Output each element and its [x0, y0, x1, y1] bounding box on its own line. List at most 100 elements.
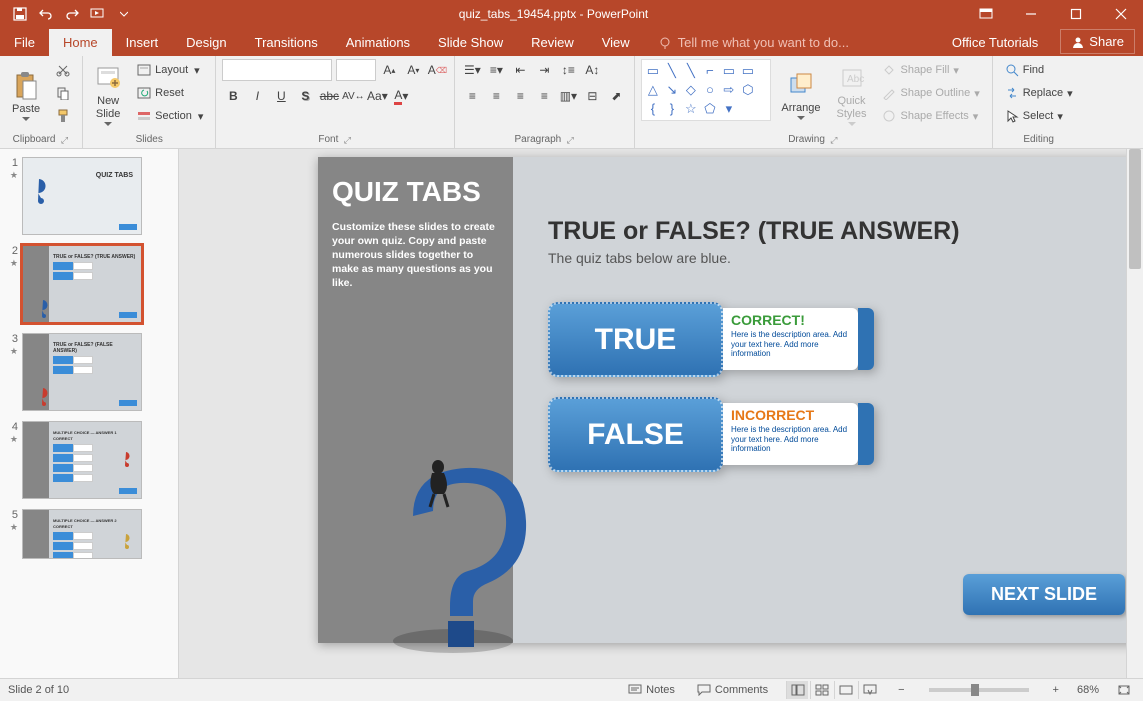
copy-button[interactable] — [50, 82, 76, 104]
increase-font-button[interactable]: A▴ — [378, 59, 400, 81]
reset-button[interactable]: Reset — [131, 82, 209, 104]
section-button[interactable]: Section▾ — [131, 105, 209, 127]
clear-formatting-button[interactable]: A⌫ — [426, 59, 448, 81]
tab-home[interactable]: Home — [49, 29, 112, 56]
maximize-button[interactable] — [1053, 0, 1098, 28]
italic-button[interactable]: I — [246, 85, 268, 107]
tab-view[interactable]: View — [588, 29, 644, 56]
thumbnail-5[interactable]: MULTIPLE CHOICE — ANSWER 2 CORRECT — [22, 509, 142, 559]
change-case-button[interactable]: Aa▾ — [366, 85, 388, 107]
shape-callout-icon[interactable]: ⬠ — [701, 100, 718, 117]
share-button[interactable]: Share — [1060, 29, 1135, 54]
numbering-button[interactable]: ≡▾ — [485, 59, 507, 81]
undo-button[interactable] — [34, 2, 58, 26]
next-slide-button[interactable]: NEXT SLIDE — [963, 574, 1125, 615]
justify-button[interactable]: ≡ — [533, 85, 555, 107]
tab-design[interactable]: Design — [172, 29, 240, 56]
shape-triangle-icon[interactable]: △ — [644, 81, 661, 98]
zoom-slider-thumb[interactable] — [971, 684, 979, 696]
minimize-button[interactable] — [1008, 0, 1053, 28]
arrange-button[interactable]: Arrange — [775, 59, 826, 132]
character-spacing-button[interactable]: AV↔ — [342, 85, 364, 107]
shape-circle-icon[interactable]: ○ — [701, 81, 718, 98]
zoom-level[interactable]: 68% — [1077, 684, 1099, 696]
new-slide-button[interactable]: New Slide — [89, 59, 127, 132]
strikethrough-button[interactable]: abc — [318, 85, 340, 107]
select-button[interactable]: Select▾ — [999, 105, 1079, 127]
redo-button[interactable] — [60, 2, 84, 26]
slide-canvas-area[interactable]: QUIZ TABS Customize these slides to crea… — [179, 149, 1143, 678]
qat-customize-button[interactable] — [112, 2, 136, 26]
increase-indent-button[interactable]: ⇥ — [533, 59, 555, 81]
answer-tab-false[interactable]: FALSE INCORRECT Here is the description … — [548, 397, 1125, 472]
shape-rect3-icon[interactable]: ▭ — [739, 62, 756, 79]
thumbnail-2[interactable]: TRUE or FALSE? (TRUE ANSWER) — [22, 245, 142, 323]
shape-line-icon[interactable]: ╲ — [663, 62, 680, 79]
format-painter-button[interactable] — [50, 105, 76, 127]
shape-more-icon[interactable]: ▾ — [720, 100, 737, 117]
zoom-out-button[interactable]: − — [894, 684, 908, 696]
thumbnail-4[interactable]: MULTIPLE CHOICE — ANSWER 1 CORRECT — [22, 421, 142, 499]
normal-view-button[interactable] — [786, 681, 808, 699]
reading-view-button[interactable] — [834, 681, 856, 699]
align-text-button[interactable]: ⊟ — [581, 85, 603, 107]
underline-button[interactable]: U — [270, 85, 292, 107]
tab-review[interactable]: Review — [517, 29, 588, 56]
slide-canvas[interactable]: QUIZ TABS Customize these slides to crea… — [318, 157, 1143, 643]
fit-to-window-button[interactable] — [1113, 684, 1135, 696]
clipboard-dialog-launcher[interactable]: ⤢ — [59, 135, 69, 145]
font-dialog-launcher[interactable]: ⤢ — [342, 135, 352, 145]
slide-thumbnails-panel[interactable]: 1★ QUIZ TABS 2★ TRUE or FALSE? (TRUE ANS… — [0, 149, 179, 678]
shadow-button[interactable]: S — [294, 85, 316, 107]
columns-button[interactable]: ▥▾ — [557, 85, 579, 107]
decrease-font-button[interactable]: A▾ — [402, 59, 424, 81]
shapes-gallery[interactable]: ▭╲╲⌐▭▭ △↘◇○⇨⬡ {}☆⬠▾ — [641, 59, 771, 121]
thumbnail-1[interactable]: QUIZ TABS — [22, 157, 142, 235]
shape-hexagon-icon[interactable]: ⬡ — [739, 81, 756, 98]
zoom-slider[interactable] — [929, 688, 1029, 692]
quick-styles-button[interactable]: Abc Quick Styles — [831, 59, 873, 132]
align-center-button[interactable]: ≡ — [485, 85, 507, 107]
font-family-select[interactable] — [222, 59, 332, 81]
decrease-indent-button[interactable]: ⇤ — [509, 59, 531, 81]
shape-star-icon[interactable]: ☆ — [682, 100, 699, 117]
shape-diamond-icon[interactable]: ◇ — [682, 81, 699, 98]
line-spacing-button[interactable]: ↕≡ — [557, 59, 579, 81]
text-direction-button[interactable]: A↕ — [581, 59, 603, 81]
close-button[interactable] — [1098, 0, 1143, 28]
shape-line2-icon[interactable]: ╲ — [682, 62, 699, 79]
tab-transitions[interactable]: Transitions — [241, 29, 332, 56]
bold-button[interactable]: B — [222, 85, 244, 107]
cut-button[interactable] — [50, 59, 76, 81]
start-from-beginning-button[interactable] — [86, 2, 110, 26]
shape-arrow2-icon[interactable]: ⇨ — [720, 81, 737, 98]
shape-rectangle-icon[interactable]: ▭ — [644, 62, 661, 79]
tab-slideshow[interactable]: Slide Show — [424, 29, 517, 56]
tab-insert[interactable]: Insert — [112, 29, 173, 56]
slideshow-view-button[interactable] — [858, 681, 880, 699]
tab-office-tutorials[interactable]: Office Tutorials — [938, 29, 1052, 56]
thumbnail-3[interactable]: TRUE or FALSE? (FALSE ANSWER) — [22, 333, 142, 411]
shape-effects-button[interactable]: Shape Effects▾ — [876, 105, 985, 127]
align-right-button[interactable]: ≡ — [509, 85, 531, 107]
zoom-in-button[interactable]: + — [1049, 684, 1063, 696]
shape-rect2-icon[interactable]: ▭ — [720, 62, 737, 79]
answer-tab-true[interactable]: TRUE CORRECT! Here is the description ar… — [548, 302, 1125, 377]
tab-animations[interactable]: Animations — [332, 29, 424, 56]
shape-fill-button[interactable]: Shape Fill▾ — [876, 59, 985, 81]
font-color-button[interactable]: A▾ — [390, 85, 412, 107]
align-left-button[interactable]: ≡ — [461, 85, 483, 107]
paragraph-dialog-launcher[interactable]: ⤢ — [565, 135, 575, 145]
replace-button[interactable]: Replace▾ — [999, 82, 1079, 104]
paste-button[interactable]: Paste — [6, 59, 46, 132]
shape-arrow-icon[interactable]: ↘ — [663, 81, 680, 98]
font-size-select[interactable] — [336, 59, 376, 81]
bullets-button[interactable]: ☰▾ — [461, 59, 483, 81]
tab-file[interactable]: File — [0, 29, 49, 56]
smartart-button[interactable]: ⬈ — [605, 85, 627, 107]
scrollbar-thumb[interactable] — [1129, 149, 1141, 269]
tell-me-search[interactable]: Tell me what you want to do... — [644, 29, 863, 56]
ribbon-display-options-button[interactable] — [963, 0, 1008, 28]
notes-button[interactable]: Notes — [624, 684, 679, 696]
shape-outline-button[interactable]: Shape Outline▾ — [876, 82, 985, 104]
